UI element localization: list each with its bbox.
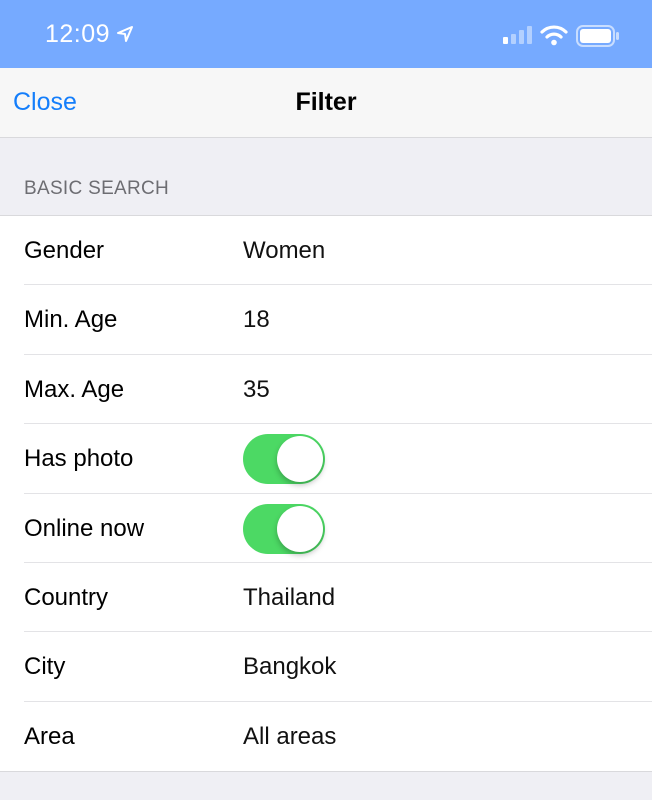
row-label: Country bbox=[24, 583, 109, 611]
row-online-now: Online now bbox=[0, 494, 652, 564]
row-value: All areas bbox=[243, 722, 337, 750]
location-arrow-icon bbox=[117, 26, 133, 42]
row-value: Women bbox=[243, 237, 326, 264]
battery-icon bbox=[576, 25, 619, 47]
has-photo-toggle[interactable] bbox=[243, 434, 325, 485]
toggle-knob bbox=[277, 505, 323, 552]
status-time: 12:09 bbox=[45, 20, 111, 48]
row-area[interactable]: Area All areas bbox=[0, 702, 652, 771]
row-label: City bbox=[24, 653, 66, 681]
row-label: Online now bbox=[24, 514, 145, 542]
navigation-bar: Close Filter bbox=[0, 68, 652, 138]
online-now-toggle[interactable] bbox=[243, 503, 325, 554]
row-label: Max. Age bbox=[24, 375, 125, 403]
row-value: 35 bbox=[243, 375, 270, 403]
page-title: Filter bbox=[295, 88, 357, 116]
row-min-age[interactable]: Min. Age 18 bbox=[0, 285, 652, 356]
row-label: Min. Age bbox=[24, 306, 118, 334]
row-country[interactable]: Country Thailand bbox=[0, 563, 652, 633]
row-label: Has photo bbox=[24, 445, 134, 473]
row-max-age[interactable]: Max. Age 35 bbox=[0, 355, 652, 425]
row-has-photo: Has photo bbox=[0, 424, 652, 494]
wifi-icon bbox=[540, 25, 568, 46]
row-label: Gender bbox=[24, 237, 105, 264]
row-value: Bangkok bbox=[243, 653, 337, 681]
row-value: 18 bbox=[243, 306, 270, 334]
status-bar: 12:09 bbox=[0, 0, 652, 68]
cellular-signal-icon bbox=[503, 26, 532, 44]
row-label: Area bbox=[24, 722, 75, 750]
filter-table: Gender Women Min. Age 18 Max. Age 35 Has… bbox=[0, 215, 652, 773]
row-value: Thailand bbox=[243, 583, 336, 611]
toggle-knob bbox=[277, 436, 323, 483]
row-gender[interactable]: Gender Women bbox=[0, 216, 652, 286]
section-header: BASIC SEARCH bbox=[24, 178, 170, 199]
row-city[interactable]: City Bangkok bbox=[0, 632, 652, 703]
